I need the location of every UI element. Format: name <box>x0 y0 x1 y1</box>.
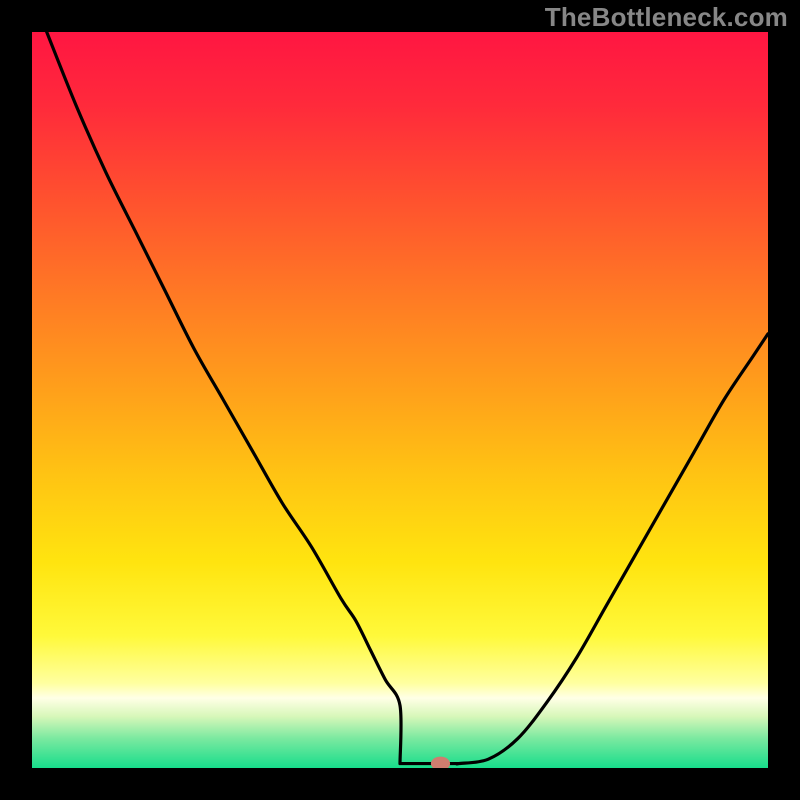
watermark-text: TheBottleneck.com <box>545 2 788 33</box>
chart-svg <box>32 32 768 768</box>
gradient-background <box>32 32 768 768</box>
plot-area <box>32 32 768 768</box>
outer-frame: TheBottleneck.com <box>0 0 800 800</box>
